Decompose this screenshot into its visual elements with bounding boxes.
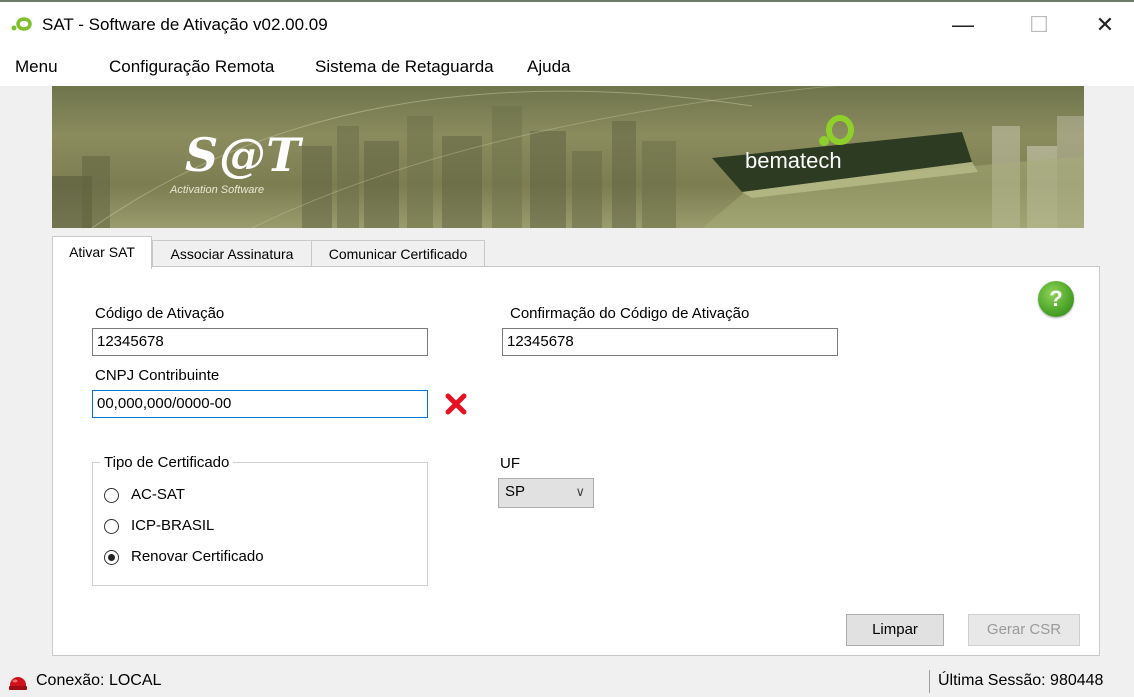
error-x-icon — [445, 393, 467, 415]
cnpj-label: CNPJ Contribuinte — [95, 367, 220, 384]
close-button[interactable]: ✕ — [1082, 10, 1128, 40]
conexao-status-text: Conexão: LOCAL — [36, 672, 162, 689]
title-bar: SAT - Software de Ativação v02.00.09 — ☐… — [0, 0, 1134, 46]
help-icon[interactable]: ? — [1038, 281, 1074, 317]
limpar-button[interactable]: Limpar — [846, 614, 944, 646]
tab-associar-assinatura[interactable]: Associar Assinatura — [152, 240, 312, 266]
chevron-down-icon: ∨ — [575, 484, 585, 499]
radio-circle[interactable] — [104, 488, 119, 503]
sat-logo: S@T — [185, 128, 302, 182]
sat-app-icon — [11, 17, 32, 31]
radio-circle[interactable] — [104, 519, 119, 534]
window-title: SAT - Software de Ativação v02.00.09 — [42, 15, 328, 34]
uf-label: UF — [500, 455, 520, 472]
uf-select[interactable]: SP ∨ — [498, 478, 594, 508]
codigo-ativacao-input[interactable]: 12345678 — [92, 328, 428, 356]
menu-item-ajuda[interactable]: Ajuda — [527, 57, 570, 77]
radio-dot — [108, 554, 115, 561]
menu-item-menu[interactable]: Menu — [15, 57, 58, 77]
tipo-certificado-label: Tipo de Certificado — [100, 454, 234, 471]
menu-item-configuracao-remota[interactable]: Configuração Remota — [109, 57, 274, 77]
radio-circle-selected[interactable] — [104, 550, 119, 565]
tab-ativar-sat[interactable]: Ativar SAT — [52, 236, 152, 269]
status-bar: Conexão: LOCAL Última Sessão: 980448 — [0, 666, 1134, 697]
confirmacao-codigo-input[interactable]: 12345678 — [502, 328, 838, 356]
gerar-csr-button[interactable]: Gerar CSR — [968, 614, 1080, 646]
radio-label: Renovar Certificado — [131, 548, 264, 565]
minimize-button[interactable]: — — [940, 10, 986, 40]
bematech-logo: bematech — [745, 148, 842, 173]
cnpj-input[interactable]: 00,000,000/0000-00 — [92, 390, 428, 418]
codigo-ativacao-label: Código de Ativação — [95, 305, 225, 322]
sat-logo-subtitle: Activation Software — [170, 184, 265, 196]
status-separator — [929, 670, 930, 693]
maximize-button[interactable]: ☐ — [1016, 10, 1062, 40]
radio-label: AC-SAT — [131, 486, 185, 503]
radio-label: ICP-BRASIL — [131, 517, 215, 534]
connection-status-icon — [9, 677, 27, 690]
menu-item-sistema-retaguarda[interactable]: Sistema de Retaguarda — [315, 57, 494, 77]
uf-select-value: SP — [505, 483, 526, 500]
ultima-sessao-text: Última Sessão: 980448 — [938, 672, 1104, 689]
menu-bar: Menu Configuração Remota Sistema de Reta… — [0, 46, 1134, 86]
confirmacao-codigo-label: Confirmação do Código de Ativação — [510, 305, 750, 322]
header-banner: S@T Activation Software bematech — [52, 86, 1084, 228]
tab-comunicar-certificado[interactable]: Comunicar Certificado — [311, 240, 485, 266]
